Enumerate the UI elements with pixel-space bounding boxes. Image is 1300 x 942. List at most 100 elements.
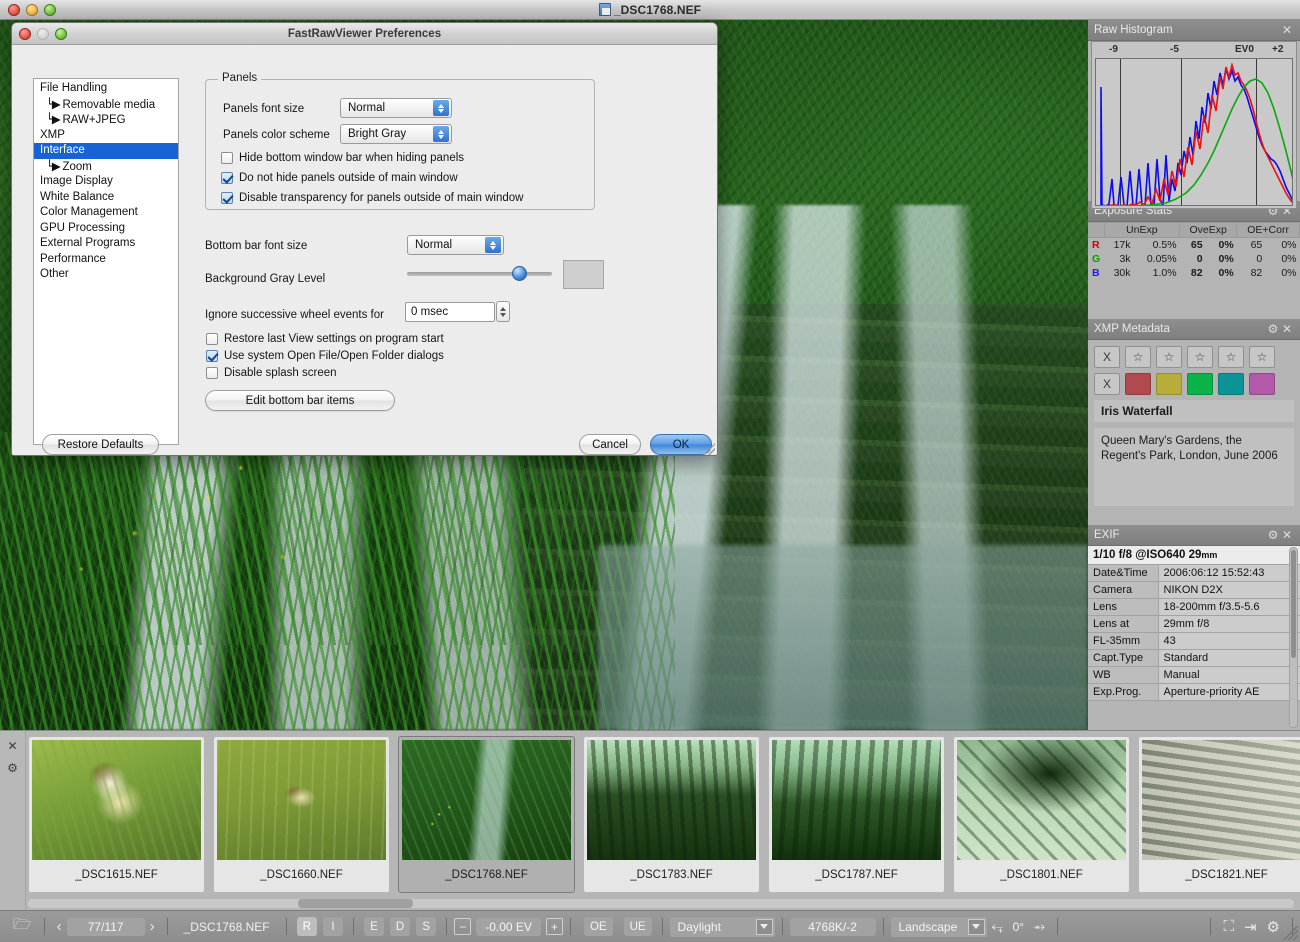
chevron-updown-icon[interactable] <box>433 126 449 142</box>
restore-view-settings-checkbox-row[interactable]: Restore last View settings on program st… <box>206 333 444 345</box>
image-description-field[interactable]: Queen Mary's Gardens, the Regent's Park,… <box>1094 428 1294 506</box>
sidebar-item-removable-media[interactable]: └▶ Removable media <box>34 97 178 113</box>
rotate-cw-icon[interactable]: ⥆ <box>987 918 1009 935</box>
cancel-button[interactable]: Cancel <box>579 434 641 455</box>
sidebar-item-interface[interactable]: Interface <box>34 143 178 159</box>
rotate-ccw-icon[interactable]: ⥇ <box>1028 918 1050 935</box>
orientation-combo[interactable]: Landscape <box>890 916 987 937</box>
chevron-down-icon[interactable] <box>967 918 985 935</box>
background-gray-level-handle[interactable] <box>512 266 527 281</box>
ignore-wheel-events-input[interactable]: 0 msec <box>405 302 495 322</box>
toggle-r-button[interactable]: R <box>296 917 317 936</box>
gear-icon[interactable]: ⚙ <box>1266 322 1280 336</box>
ignore-wheel-events-stepper[interactable] <box>496 301 510 322</box>
white-balance-preset-value: Daylight <box>677 919 721 934</box>
list-item-selected[interactable]: _DSC1768.NEF <box>398 736 575 893</box>
dialog-resize-grip[interactable] <box>703 443 715 455</box>
sidebar-item-white-balance[interactable]: White Balance <box>34 190 178 206</box>
disable-transparency-checkbox-row[interactable]: Disable transparency for panels outside … <box>221 192 523 204</box>
sidebar-item-zoom[interactable]: └▶ Zoom <box>34 159 178 175</box>
rating-star-2-button[interactable]: ☆ <box>1156 346 1182 368</box>
rating-clear-button[interactable]: X <box>1094 346 1120 368</box>
list-item[interactable]: _DSC1821.NEF <box>1138 736 1300 893</box>
restore-view-settings-checkbox[interactable] <box>206 333 218 345</box>
exif-summary-text: 1/10 f/8 @ISO640 29 <box>1093 549 1202 561</box>
overexposure-button[interactable]: OE <box>583 917 613 936</box>
close-icon[interactable]: ✕ <box>1280 322 1294 336</box>
preferences-category-list[interactable]: File Handling └▶ Removable media └▶ RAW+… <box>33 78 179 445</box>
gear-icon[interactable]: ⚙ <box>7 761 18 775</box>
table-row: Capt.Type Standard <box>1088 649 1300 667</box>
exif-summary-unit: mm <box>1201 550 1218 560</box>
sidebar-item-other[interactable]: Other <box>34 267 178 283</box>
sidebar-item-file-handling[interactable]: File Handling <box>34 81 178 97</box>
rating-star-3-button[interactable]: ☆ <box>1187 346 1213 368</box>
list-item[interactable]: _DSC1660.NEF <box>213 736 390 893</box>
background-gray-level-slider[interactable] <box>407 272 552 276</box>
rating-star-4-button[interactable]: ☆ <box>1218 346 1244 368</box>
list-item[interactable]: _DSC1615.NEF <box>28 736 205 893</box>
disable-splash-screen-checkbox[interactable] <box>206 367 218 379</box>
sidebar-item-image-display[interactable]: Image Display <box>34 174 178 190</box>
disable-transparency-checkbox[interactable] <box>221 192 233 204</box>
edit-bottom-bar-items-button[interactable]: Edit bottom bar items <box>205 390 395 411</box>
previous-image-button[interactable]: ‹ <box>52 918 67 935</box>
close-icon[interactable]: ✕ <box>7 739 17 753</box>
gear-icon[interactable]: ⚙ <box>1262 918 1285 936</box>
hide-bottom-bar-checkbox[interactable] <box>221 152 233 164</box>
rating-star-1-button[interactable]: ☆ <box>1125 346 1151 368</box>
label-color-3-button[interactable] <box>1187 373 1213 395</box>
toggle-e-button[interactable]: E <box>363 917 384 936</box>
label-clear-button[interactable]: X <box>1094 373 1120 395</box>
do-not-hide-panels-checkbox[interactable] <box>221 172 233 184</box>
rating-star-5-button[interactable]: ☆ <box>1249 346 1275 368</box>
panels-color-scheme-combo[interactable]: Bright Gray <box>340 124 452 144</box>
sidebar-item-label: White Balance <box>40 190 115 203</box>
sidebar-item-external-programs[interactable]: External Programs <box>34 236 178 252</box>
exposure-increment-button[interactable]: + <box>545 918 563 935</box>
folder-icon[interactable]: 🗁 <box>8 914 37 939</box>
close-icon[interactable]: ✕ <box>1280 528 1294 542</box>
exif-scrollbar[interactable] <box>1289 547 1298 728</box>
disable-splash-screen-checkbox-row[interactable]: Disable splash screen <box>206 367 337 379</box>
white-balance-preset-combo[interactable]: Daylight <box>669 916 775 937</box>
fit-screen-icon[interactable]: ⛶ <box>1218 918 1239 935</box>
label-color-2-button[interactable] <box>1156 373 1182 395</box>
chevron-updown-icon[interactable] <box>485 237 501 253</box>
gear-icon[interactable]: ⚙ <box>1266 528 1280 542</box>
use-system-dialogs-checkbox[interactable] <box>206 350 218 362</box>
label-color-1-button[interactable] <box>1125 373 1151 395</box>
next-image-button[interactable]: › <box>145 918 160 935</box>
disable-splash-screen-label: Disable splash screen <box>224 367 337 379</box>
chevron-updown-icon[interactable] <box>433 100 449 116</box>
tree-branch-icon: └▶ <box>46 96 63 111</box>
toggle-panel-icon[interactable]: ⇥ <box>1239 918 1262 936</box>
use-system-dialogs-checkbox-row[interactable]: Use system Open File/Open Folder dialogs <box>206 350 444 362</box>
sidebar-item-color-management[interactable]: Color Management <box>34 205 178 221</box>
toggle-i-button[interactable]: I <box>322 917 343 936</box>
label-color-4-button[interactable] <box>1218 373 1244 395</box>
chevron-down-icon[interactable] <box>755 918 773 935</box>
label-color-5-button[interactable] <box>1249 373 1275 395</box>
sidebar-item-gpu-processing[interactable]: GPU Processing <box>34 221 178 237</box>
list-item[interactable]: _DSC1783.NEF <box>583 736 760 893</box>
close-icon[interactable]: ✕ <box>1280 23 1294 37</box>
image-title-field[interactable]: Iris Waterfall <box>1094 400 1294 422</box>
sidebar-item-raw-jpeg[interactable]: └▶ RAW+JPEG <box>34 112 178 128</box>
list-item[interactable]: _DSC1801.NEF <box>953 736 1130 893</box>
filmstrip-scrollbar[interactable] <box>28 899 1294 908</box>
preferences-dialog[interactable]: FastRawViewer Preferences File Handling … <box>11 22 718 456</box>
sidebar-item-performance[interactable]: Performance <box>34 252 178 268</box>
panels-font-size-combo[interactable]: Normal <box>340 98 452 118</box>
toggle-s-button[interactable]: S <box>416 917 437 936</box>
bottom-bar-font-size-combo[interactable]: Normal <box>407 235 504 255</box>
window-resize-grip[interactable] <box>1284 926 1298 940</box>
list-item[interactable]: _DSC1787.NEF <box>768 736 945 893</box>
do-not-hide-panels-checkbox-row[interactable]: Do not hide panels outside of main windo… <box>221 172 458 184</box>
toggle-d-button[interactable]: D <box>389 917 411 936</box>
exposure-decrement-button[interactable]: − <box>454 918 472 935</box>
underexposure-button[interactable]: UE <box>623 917 652 936</box>
hide-bottom-bar-checkbox-row[interactable]: Hide bottom window bar when hiding panel… <box>221 152 464 164</box>
restore-defaults-button[interactable]: Restore Defaults <box>42 434 159 455</box>
sidebar-item-xmp[interactable]: XMP <box>34 128 178 144</box>
